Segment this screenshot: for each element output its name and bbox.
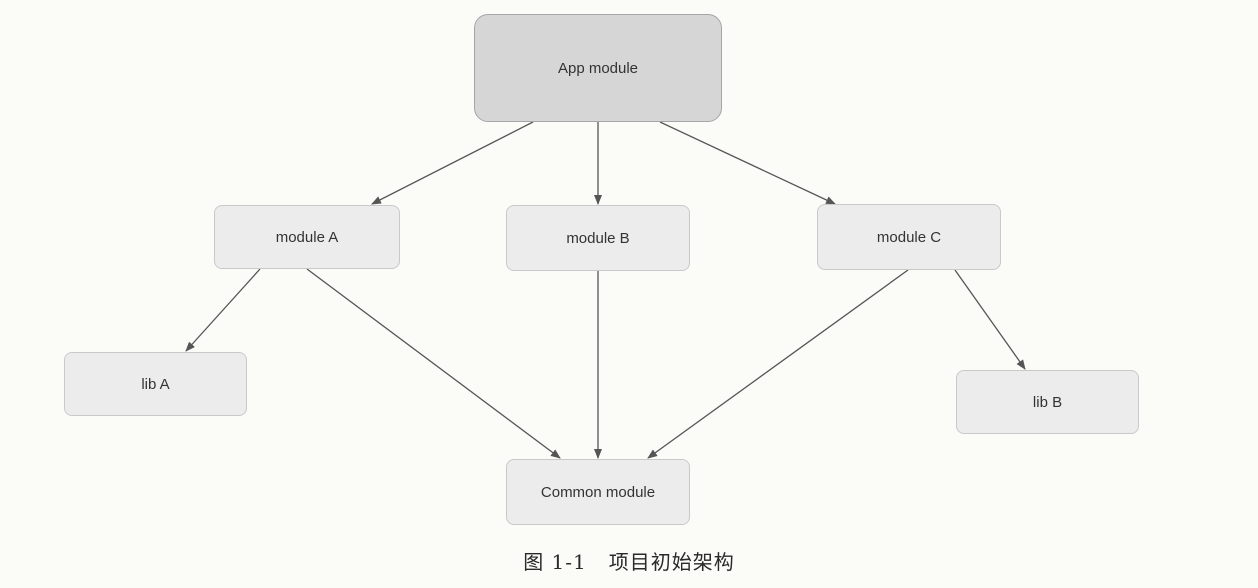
figure-caption: 图 1-1 项目初始架构 xyxy=(0,546,1258,575)
figure-title: 项目初始架构 xyxy=(608,550,735,574)
app-module-node: App module xyxy=(474,14,722,122)
module-a-label: module A xyxy=(275,228,339,246)
edge-module-a-to-lib-a xyxy=(185,268,261,352)
edge-app-to-module-c xyxy=(659,121,836,205)
figure-number: 图 1-1 xyxy=(523,550,587,574)
app-module-label: App module xyxy=(557,59,639,77)
module-b-node: module B xyxy=(506,205,690,271)
edge-module-c-to-lib-b xyxy=(954,269,1026,370)
common-module-node: Common module xyxy=(506,459,690,525)
lib-b-label: lib B xyxy=(1032,393,1063,411)
lib-a-label: lib A xyxy=(141,375,170,393)
edge-module-c-to-common xyxy=(647,269,909,459)
edge-module-a-to-common xyxy=(306,268,561,459)
lib-b-node: lib B xyxy=(956,370,1139,434)
common-module-label: Common module xyxy=(540,483,656,501)
module-c-node: module C xyxy=(817,204,1001,270)
module-a-node: module A xyxy=(214,205,400,269)
lib-a-node: lib A xyxy=(64,352,247,416)
module-c-label: module C xyxy=(876,228,942,246)
edge-app-to-module-a xyxy=(371,121,534,205)
module-b-label: module B xyxy=(566,229,630,247)
